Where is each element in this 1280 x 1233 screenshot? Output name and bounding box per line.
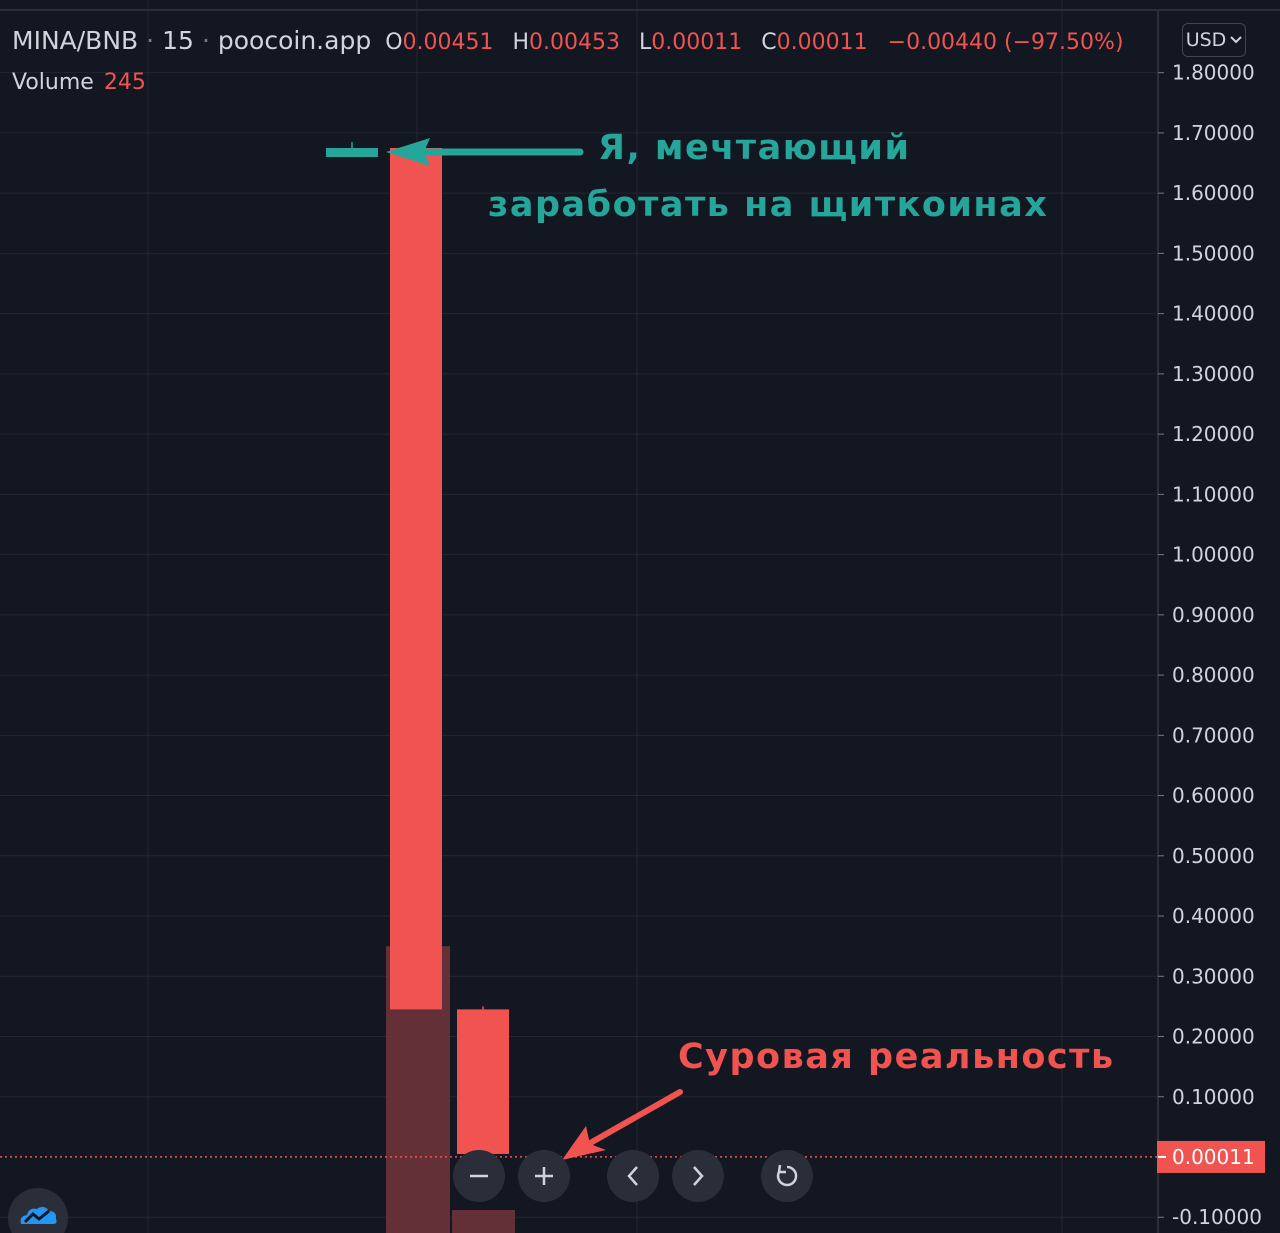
symbol-legend: MINA/BNB · 15 · poocoin.app O0.00451 H0.… xyxy=(12,26,1124,55)
axis-tick-label: 1.80000 xyxy=(1172,61,1255,85)
dream-annotation: Я, мечтающий заработать на щиткоинах xyxy=(488,120,1049,234)
axis-tick-label: 0.50000 xyxy=(1172,844,1255,868)
interval-label[interactable]: 15 xyxy=(162,26,194,55)
volume-bar xyxy=(452,1210,515,1233)
candle-body xyxy=(326,147,378,158)
axis-tick-label: 0.30000 xyxy=(1172,964,1255,988)
high-key: H xyxy=(512,30,530,55)
change-value: −0.00440 (−97.50%) xyxy=(887,30,1124,55)
scroll-right-button[interactable] xyxy=(672,1150,724,1202)
axis-tick-label: 1.10000 xyxy=(1172,482,1255,506)
reality-arrow-shaft xyxy=(582,1089,683,1149)
scroll-left-button[interactable] xyxy=(607,1150,659,1202)
dream-annotation-line2: заработать на щиткоинах xyxy=(488,185,1049,225)
low-key: L xyxy=(639,30,652,55)
reality-annotation: Суровая реальность xyxy=(678,1037,1115,1077)
tradingview-cloud-icon xyxy=(17,1202,59,1232)
close-value: 0.00011 xyxy=(776,30,868,55)
open-key: O xyxy=(385,30,403,55)
axis-tick-label: 1.00000 xyxy=(1172,543,1255,567)
axis-tick-label: 1.20000 xyxy=(1172,422,1255,446)
minus-icon xyxy=(468,1165,490,1187)
reality-arrow-head xyxy=(562,1126,606,1160)
axis-tick-label: 1.60000 xyxy=(1172,181,1255,205)
volume-label: Volume xyxy=(12,70,94,95)
source-label: poocoin.app xyxy=(217,26,372,55)
axis-tick-label: 1.50000 xyxy=(1172,241,1255,265)
axis-tick-label: 0.60000 xyxy=(1172,784,1255,808)
close-key: C xyxy=(761,30,777,55)
chevron-down-icon xyxy=(1230,33,1243,48)
chart-screen: 1.80000 1.70000 1.60000 1.50000 1.40000 1.300… xyxy=(0,0,1280,1233)
chevron-right-icon xyxy=(690,1164,706,1188)
ohlc-values: O0.00451 H0.00453 L0.00011 C0.00011 xyxy=(385,30,879,55)
currency-label: USD xyxy=(1185,29,1227,51)
symbol-name[interactable]: MINA/BNB xyxy=(12,26,138,55)
legend-separator: · xyxy=(146,26,155,55)
axis-tick-label: 0.90000 xyxy=(1172,603,1255,627)
chevron-left-icon xyxy=(625,1164,641,1188)
zoom-in-button[interactable] xyxy=(518,1150,570,1202)
last-price-label: 0.00011 xyxy=(1172,1145,1255,1169)
axis-tick-label: 1.30000 xyxy=(1172,362,1255,386)
volume-value: 245 xyxy=(103,70,146,95)
axis-tick-label: 0.20000 xyxy=(1172,1025,1255,1049)
candle-layer xyxy=(326,141,550,1157)
candle-body xyxy=(457,1009,509,1154)
reset-chart-button[interactable] xyxy=(761,1150,813,1202)
high-value: 0.00453 xyxy=(529,30,621,55)
axis-tick-label: 0.70000 xyxy=(1172,723,1255,747)
plus-icon xyxy=(533,1165,555,1187)
volume-legend: Volume 245 xyxy=(12,70,146,95)
axis-tick-label: 0.10000 xyxy=(1172,1085,1255,1109)
reset-icon xyxy=(773,1162,801,1190)
candle-body xyxy=(390,147,442,1010)
low-value: 0.00011 xyxy=(651,30,743,55)
zoom-out-button[interactable] xyxy=(453,1150,505,1202)
axis-tick-label: -0.10000 xyxy=(1172,1205,1262,1229)
axis-tick-label: 0.40000 xyxy=(1172,904,1255,928)
legend-separator: · xyxy=(201,26,210,55)
axis-tick-label: 0.80000 xyxy=(1172,663,1255,687)
axis-tick-label: 1.40000 xyxy=(1172,302,1255,326)
open-value: 0.00451 xyxy=(402,30,494,55)
axis-tick-label: 1.70000 xyxy=(1172,121,1255,145)
dream-annotation-line1: Я, мечтающий xyxy=(598,128,911,168)
currency-selector[interactable]: USD xyxy=(1182,23,1246,57)
